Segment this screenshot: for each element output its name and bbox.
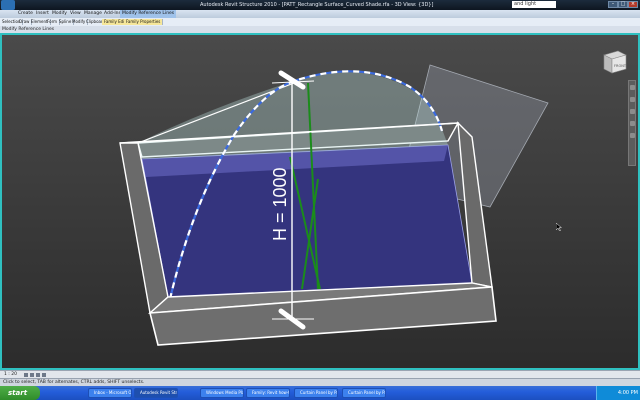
close-icon[interactable]: × bbox=[628, 1, 638, 8]
dimension-label: H = 1000 bbox=[270, 167, 290, 241]
steering-wheel-icon[interactable] bbox=[630, 85, 635, 90]
tab-modify[interactable]: Modify bbox=[52, 10, 67, 18]
tab-manage[interactable]: Manage bbox=[84, 10, 102, 18]
maximize-icon[interactable]: □ bbox=[618, 1, 628, 8]
tab-create[interactable]: Create bbox=[18, 10, 33, 18]
model-scene[interactable]: H = 1000 bbox=[2, 35, 638, 368]
clock: 4:00 PM bbox=[617, 390, 638, 396]
look-icon[interactable] bbox=[630, 133, 635, 138]
taskbar-button[interactable]: Curtain Panel by Patt... bbox=[294, 388, 338, 398]
taskbar-button[interactable]: Inbox - Microsoft Out... bbox=[88, 388, 132, 398]
title-bar: Autodesk Revit Structure 2010 - [PATT_Re… bbox=[0, 0, 640, 10]
search-input[interactable]: and light bbox=[512, 1, 556, 8]
taskbar-button[interactable]: Curtain Panel by Patt... bbox=[342, 388, 386, 398]
taskbar: start Inbox - Microsoft Out... Autodesk … bbox=[0, 386, 640, 400]
taskbar-button[interactable]: Family: Revit how-to ... bbox=[246, 388, 290, 398]
mouse-cursor-icon bbox=[556, 223, 562, 231]
start-button[interactable]: start bbox=[0, 386, 40, 400]
application-menu-button[interactable] bbox=[1, 0, 15, 10]
shadows-icon[interactable] bbox=[36, 373, 40, 377]
ribbon-tabs: Create Insert Modify View Manage Add-Ins… bbox=[0, 10, 640, 18]
minimize-icon[interactable]: – bbox=[608, 1, 618, 8]
tab-add-ins[interactable]: Add-Ins bbox=[104, 10, 121, 18]
viewcube-icon[interactable]: FRONT bbox=[600, 49, 628, 75]
detail-level-icon[interactable] bbox=[24, 373, 28, 377]
panel-family-properties[interactable]: Family Properties bbox=[124, 19, 164, 25]
tab-insert[interactable]: Insert bbox=[36, 10, 49, 18]
system-tray: 4:00 PM bbox=[596, 386, 640, 400]
3d-view-canvas[interactable]: H = 1000 FRONT bbox=[0, 33, 640, 370]
window-title: Autodesk Revit Structure 2010 - [PATT_Re… bbox=[200, 2, 434, 8]
pan-icon[interactable] bbox=[630, 121, 635, 126]
curved-shade-surface bbox=[138, 72, 448, 159]
crop-view-icon[interactable] bbox=[42, 373, 46, 377]
navigation-bar bbox=[628, 80, 636, 166]
model-graphics-style-icon[interactable] bbox=[30, 373, 34, 377]
taskbar-button[interactable]: Windows Media Player bbox=[200, 388, 244, 398]
orbit-icon[interactable] bbox=[630, 109, 635, 114]
tab-modify-reference-lines[interactable]: Modify Reference Lines bbox=[120, 10, 177, 18]
options-bar-label: Modify Reference Lines bbox=[2, 27, 55, 32]
zoom-icon[interactable] bbox=[630, 97, 635, 102]
tab-view[interactable]: View bbox=[70, 10, 81, 18]
taskbar-button[interactable]: Autodesk Revit Struc... bbox=[134, 388, 178, 398]
viewcube-label: FRONT bbox=[614, 64, 627, 68]
